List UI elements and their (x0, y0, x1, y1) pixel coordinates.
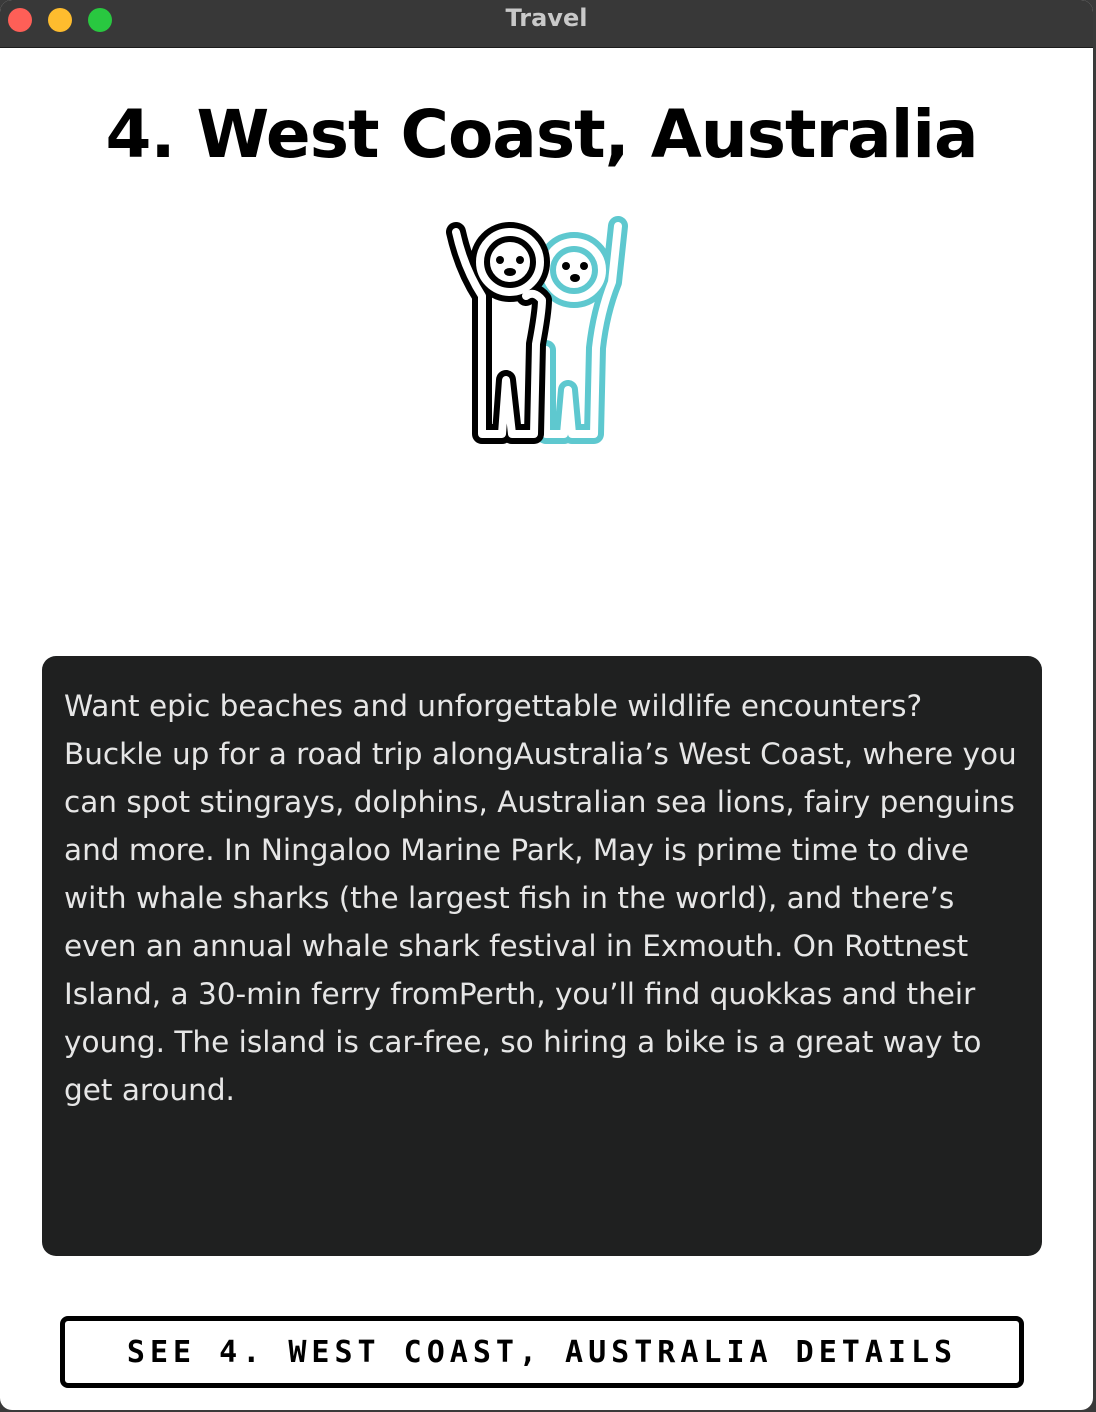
description-card: Want epic beaches and unforgettable wild… (42, 656, 1042, 1256)
see-details-button[interactable]: SEE 4. WEST COAST, AUSTRALIA DETAILS (60, 1316, 1024, 1388)
window-title: Travel (505, 4, 588, 32)
title-bar[interactable]: Travel (0, 0, 1093, 48)
two-people-waving-icon (436, 212, 636, 444)
description-text: Want epic beaches and unforgettable wild… (64, 689, 1017, 1107)
page-title: 4. West Coast, Australia (105, 96, 979, 173)
app-window: Travel 4. West Coast, Australia Want epi… (0, 0, 1093, 1410)
